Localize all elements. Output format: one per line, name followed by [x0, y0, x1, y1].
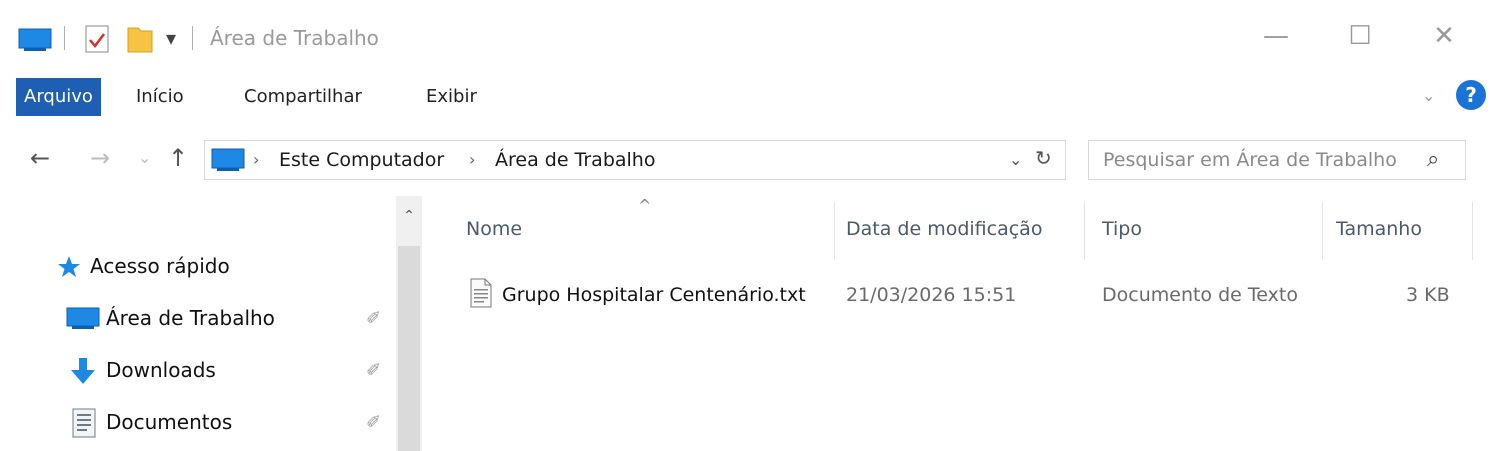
breadcrumb-separator-icon: › — [469, 150, 476, 169]
search-input[interactable]: Pesquisar em Área de Trabalho ⌕ — [1088, 140, 1466, 180]
scroll-thumb[interactable] — [398, 246, 420, 451]
minimize-button[interactable]: — — [1246, 14, 1306, 58]
window-title: Área de Trabalho — [210, 26, 379, 50]
column-divider[interactable] — [834, 202, 835, 260]
star-icon — [56, 254, 82, 284]
navigation-bar: ← → ⌄ ↑ › Este Computador › Área de Trab… — [0, 124, 1500, 196]
downloads-icon — [68, 356, 98, 390]
customize-dropdown-icon[interactable]: ▾ — [166, 26, 176, 50]
refresh-icon[interactable]: ↻ — [1035, 146, 1052, 170]
ribbon-tabs: Arquivo Início Compartilhar Exibir ⌄ ? — [0, 72, 1500, 125]
file-size: 3 KB — [1406, 284, 1450, 306]
search-icon[interactable]: ⌕ — [1427, 147, 1439, 172]
pin-icon[interactable]: ✐ — [366, 412, 381, 433]
maximize-button[interactable]: ☐ — [1330, 14, 1390, 58]
pin-icon[interactable]: ✐ — [366, 308, 381, 329]
close-icon: ✕ — [1433, 21, 1455, 51]
scroll-up-icon[interactable]: ⌃ — [396, 208, 422, 224]
ribbon-expand-icon[interactable]: ⌄ — [1422, 86, 1435, 105]
column-divider[interactable] — [1084, 202, 1085, 260]
column-divider[interactable] — [1322, 202, 1323, 260]
file-type: Documento de Texto — [1102, 284, 1298, 306]
title-separator — [192, 26, 193, 50]
breadcrumb-area-de-trabalho[interactable]: Área de Trabalho — [495, 149, 655, 171]
address-bar[interactable]: › Este Computador › Área de Trabalho ⌄ ↻ — [204, 140, 1066, 180]
properties-checklist-icon[interactable] — [84, 24, 110, 58]
up-button[interactable]: ↑ — [168, 144, 188, 172]
tab-arquivo[interactable]: Arquivo — [16, 78, 101, 116]
file-modified: 21/03/2026 15:51 — [846, 284, 1017, 306]
navigation-pane: Acesso rápido Área de Trabalho ✐ Downloa… — [0, 196, 426, 451]
column-header-nome[interactable]: Nome — [466, 218, 522, 240]
tab-compartilhar[interactable]: Compartilhar — [244, 86, 362, 107]
column-header-data-modificacao[interactable]: Data de modificação — [846, 218, 1042, 240]
help-icon[interactable]: ? — [1456, 80, 1486, 110]
qa-separator — [64, 26, 65, 50]
close-button[interactable]: ✕ — [1414, 14, 1474, 58]
desktop-icon — [66, 306, 100, 334]
column-header-tamanho[interactable]: Tamanho — [1336, 218, 1422, 240]
file-list: ^ Nome Data de modificação Tipo Tamanho … — [426, 196, 1500, 451]
pin-icon[interactable]: ✐ — [366, 360, 381, 381]
nav-pane-scrollbar[interactable]: ⌃ — [396, 196, 422, 451]
minimize-icon: — — [1263, 21, 1289, 51]
address-dropdown-icon[interactable]: ⌄ — [1009, 150, 1022, 169]
sort-ascending-icon: ^ — [638, 196, 652, 215]
text-file-icon — [470, 278, 492, 312]
sidebar-item-acesso-rapido[interactable]: Acesso rápido — [90, 254, 230, 278]
documents-icon — [72, 408, 96, 442]
title-bar: ▾ Área de Trabalho — ☐ ✕ — [0, 0, 1500, 72]
file-explorer-window: ▾ Área de Trabalho — ☐ ✕ Arquivo Início … — [0, 0, 1500, 451]
computer-icon[interactable] — [18, 28, 52, 56]
column-header-tipo[interactable]: Tipo — [1102, 218, 1142, 240]
tab-exibir[interactable]: Exibir — [426, 86, 477, 107]
search-placeholder: Pesquisar em Área de Trabalho — [1103, 149, 1397, 171]
sidebar-item-documentos[interactable]: Documentos — [106, 410, 232, 434]
maximize-icon: ☐ — [1348, 21, 1372, 51]
breadcrumb-este-computador[interactable]: Este Computador — [279, 149, 444, 171]
sidebar-item-downloads[interactable]: Downloads — [106, 358, 216, 382]
new-folder-icon[interactable] — [126, 24, 154, 58]
recent-locations-button[interactable]: ⌄ — [138, 148, 151, 167]
forward-button[interactable]: → — [90, 144, 110, 172]
back-button[interactable]: ← — [30, 144, 50, 172]
file-name[interactable]: Grupo Hospitalar Centenário.txt — [502, 284, 806, 306]
column-divider[interactable] — [1472, 202, 1473, 260]
breadcrumb-separator-icon: › — [253, 150, 260, 169]
sidebar-item-area-de-trabalho[interactable]: Área de Trabalho — [106, 306, 275, 330]
computer-icon — [211, 147, 245, 177]
tab-inicio[interactable]: Início — [136, 86, 184, 107]
